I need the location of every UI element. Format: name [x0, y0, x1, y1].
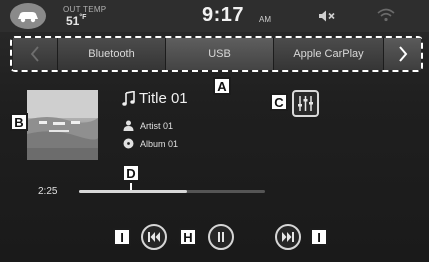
track-title-row: Title 01: [122, 90, 188, 107]
album-disc-icon: [123, 138, 134, 149]
equalizer-icon: [298, 96, 313, 111]
callout-d: D: [122, 164, 140, 182]
skip-previous-icon: [148, 232, 160, 242]
elapsed-time: 2:25: [38, 186, 58, 197]
wifi-icon: [377, 8, 395, 27]
tab-apple-carplay[interactable]: Apple CarPlay: [274, 38, 384, 70]
album-name: Album 01: [140, 138, 179, 149]
status-bar: OUT TEMP 51°F 9:17 AM: [0, 0, 429, 32]
out-temp-label: OUT TEMP: [63, 5, 107, 14]
progress-fill: [79, 190, 187, 193]
callout-h: H: [179, 228, 197, 246]
chevron-left-icon: [30, 46, 39, 62]
artist-icon: [123, 120, 134, 131]
callout-c: C: [270, 93, 288, 111]
artist-name: Artist 01: [140, 120, 174, 131]
callout-i-left: I: [113, 228, 131, 246]
chevron-right-icon: [398, 46, 407, 62]
previous-track-button[interactable]: [141, 224, 167, 250]
tab-prev-button[interactable]: [13, 38, 58, 70]
callout-b: B: [10, 113, 28, 131]
next-track-button[interactable]: [275, 224, 301, 250]
skip-next-icon: [282, 232, 294, 242]
play-pause-button[interactable]: [208, 224, 234, 250]
car-badge-icon: [10, 3, 46, 29]
out-temp-value: 51°F: [66, 14, 86, 28]
out-temp-number: 51: [66, 14, 80, 28]
album-row: Album 01: [123, 138, 178, 149]
music-note-icon: [122, 90, 135, 106]
sound-settings-button[interactable]: [292, 90, 319, 117]
tab-next-button[interactable]: [384, 38, 421, 70]
callout-i-right: I: [310, 228, 328, 246]
tab-bluetooth[interactable]: Bluetooth: [58, 38, 166, 70]
tab-usb[interactable]: USB: [166, 38, 274, 70]
artist-row: Artist 01: [123, 120, 173, 131]
media-screen: OUT TEMP 51°F 9:17 AM Bluetooth USB Appl…: [0, 0, 429, 262]
mute-icon: [318, 9, 336, 28]
album-art[interactable]: [27, 90, 98, 160]
album-art-image: [27, 90, 98, 160]
clock: 9:17: [202, 4, 245, 26]
pause-icon: [218, 232, 224, 242]
am-pm-indicator: AM: [259, 15, 271, 24]
callout-a: A: [213, 77, 231, 95]
progress-bar[interactable]: [79, 190, 265, 193]
track-title: Title 01: [139, 90, 188, 107]
out-temp-unit: °F: [79, 14, 87, 21]
